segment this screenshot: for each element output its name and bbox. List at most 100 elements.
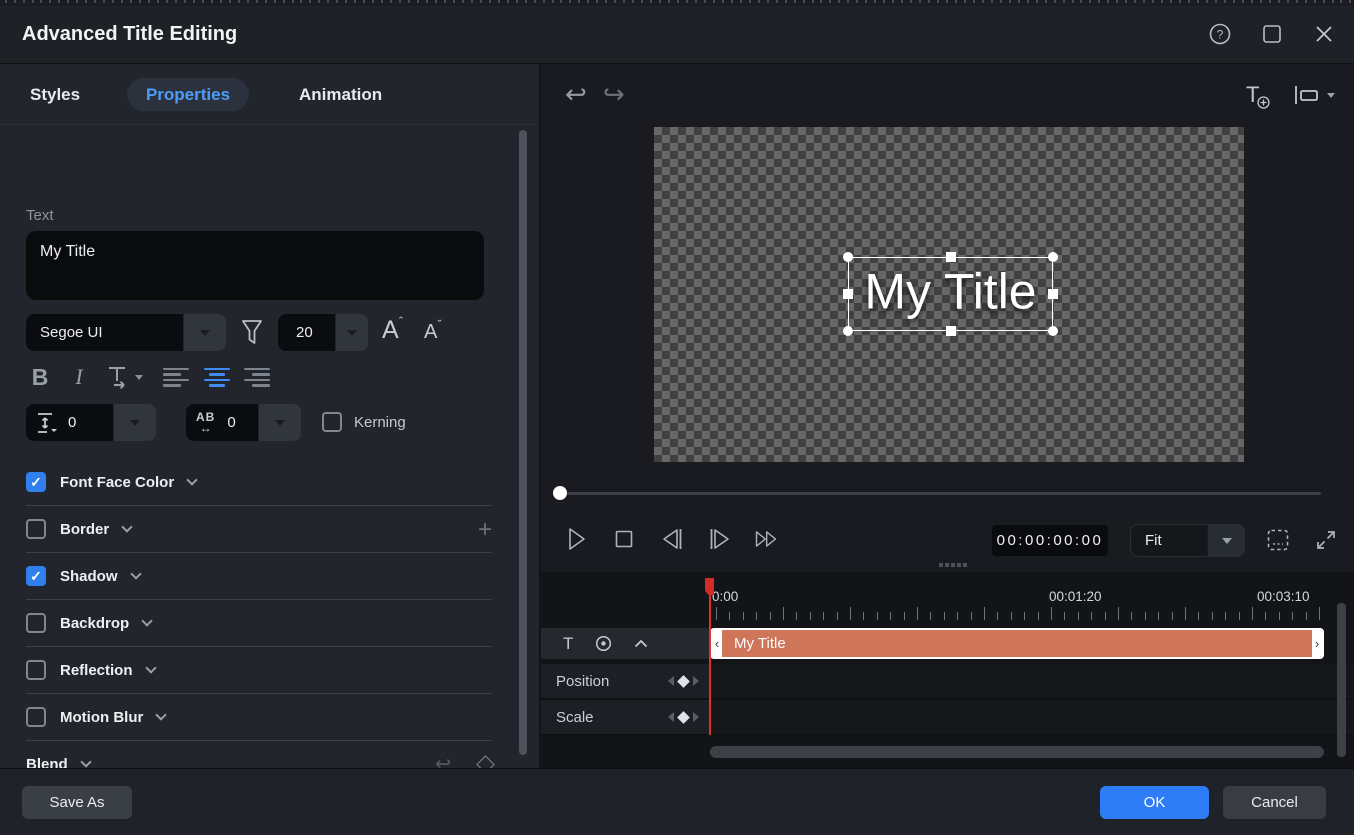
zoom-mode-value[interactable]: Fit	[1130, 524, 1207, 557]
stop-button[interactable]	[609, 524, 639, 554]
font-filter-icon[interactable]	[238, 317, 266, 349]
next-keyframe-icon[interactable]	[693, 676, 699, 686]
resize-handle[interactable]	[843, 326, 853, 336]
seek-playhead-knob[interactable]	[553, 486, 567, 500]
chevron-down-icon[interactable]	[80, 756, 91, 767]
reflection-checkbox[interactable]	[26, 660, 46, 680]
zoom-mode-select[interactable]: Fit	[1130, 524, 1245, 557]
section-shadow: ✓ Shadow	[0, 553, 540, 600]
collapse-chevron-icon[interactable]	[634, 639, 648, 648]
close-icon[interactable]	[1310, 20, 1338, 48]
letter-spacing-value[interactable]: 0	[227, 414, 235, 431]
playhead-line[interactable]	[709, 578, 711, 735]
line-spacing-value[interactable]: 0	[68, 414, 76, 431]
line-spacing-dropdown-button[interactable]	[114, 404, 156, 441]
zoom-mode-dropdown-button[interactable]	[1208, 524, 1245, 557]
line-spacing-select[interactable]: 0	[26, 404, 156, 441]
letter-spacing-select[interactable]: AB↔ 0	[186, 404, 301, 441]
clip-trim-left-handle[interactable]: ‹	[712, 630, 722, 657]
timeline-horizontal-scrollbar[interactable]	[710, 746, 1324, 758]
clip-trim-right-handle[interactable]: ›	[1312, 630, 1322, 657]
maximize-icon[interactable]	[1258, 20, 1286, 48]
chevron-down-icon[interactable]	[187, 474, 198, 485]
timeline-vertical-scrollbar[interactable]	[1337, 603, 1346, 757]
text-transform-button[interactable]	[104, 363, 144, 391]
resize-handle[interactable]	[1048, 252, 1058, 262]
resize-handle[interactable]	[946, 326, 956, 336]
save-as-button[interactable]: Save As	[22, 786, 132, 819]
text-track-icon: T	[563, 634, 573, 654]
chevron-down-icon[interactable]	[142, 615, 153, 626]
chevron-down-icon[interactable]	[130, 568, 141, 579]
shadow-checkbox[interactable]: ✓	[26, 566, 46, 586]
resize-handle[interactable]	[843, 252, 853, 262]
text-boundary-icon[interactable]	[1293, 84, 1335, 106]
undo-icon[interactable]: ↩	[565, 81, 587, 107]
properties-panel: Styles Properties Animation Text My Titl…	[0, 64, 540, 768]
chevron-down-icon[interactable]	[122, 521, 133, 532]
tab-animation[interactable]: Animation	[299, 78, 382, 111]
chevron-down-icon[interactable]	[145, 662, 156, 673]
font-family-dropdown-button[interactable]	[184, 314, 226, 351]
decrease-font-size-icon[interactable]: Aˇ	[424, 321, 442, 344]
font-size-dropdown-button[interactable]	[336, 314, 368, 351]
previous-frame-button[interactable]	[657, 524, 687, 554]
resize-handle[interactable]	[843, 289, 853, 299]
tab-properties[interactable]: Properties	[127, 78, 249, 111]
add-keyframe-icon[interactable]	[677, 711, 690, 724]
font-family-select[interactable]: Segoe UI	[26, 314, 226, 351]
font-face-color-checkbox[interactable]: ✓	[26, 472, 46, 492]
redo-icon[interactable]: ↪	[603, 81, 625, 107]
timeline-ruler[interactable]: 0:00 00:01:20 00:03:10	[710, 578, 1334, 628]
font-family-value[interactable]: Segoe UI	[26, 314, 183, 351]
chevron-down-icon[interactable]	[156, 709, 167, 720]
align-right-button[interactable]	[244, 363, 270, 391]
next-keyframe-icon[interactable]	[693, 712, 699, 722]
timecode-display: 00:00:00:00	[992, 525, 1108, 556]
safe-area-grid-icon[interactable]	[1265, 527, 1291, 553]
resize-handle[interactable]	[1048, 289, 1058, 299]
motion-blur-checkbox[interactable]	[26, 707, 46, 727]
kerning-checkbox[interactable]	[322, 412, 342, 432]
help-icon[interactable]: ?	[1206, 20, 1234, 48]
playhead-marker[interactable]	[705, 578, 714, 595]
add-border-icon[interactable]: +	[478, 516, 492, 544]
seek-bar[interactable]	[567, 492, 1321, 495]
font-size-value[interactable]: 20	[278, 314, 335, 351]
align-left-button[interactable]	[163, 363, 189, 391]
fullscreen-icon[interactable]	[1313, 527, 1339, 553]
previous-keyframe-icon[interactable]	[668, 712, 674, 722]
align-center-button[interactable]	[204, 363, 230, 391]
ruler-ticks	[710, 606, 1334, 622]
backdrop-checkbox[interactable]	[26, 613, 46, 633]
italic-button[interactable]: I	[70, 363, 88, 391]
add-keyframe-icon[interactable]	[677, 675, 690, 688]
preview-title-text[interactable]: My Title	[849, 263, 1052, 321]
font-size-select[interactable]: 20	[278, 314, 368, 351]
resize-handle[interactable]	[946, 252, 956, 262]
visibility-icon[interactable]	[595, 635, 612, 652]
section-font-face-color: ✓ Font Face Color	[0, 459, 540, 506]
letter-spacing-dropdown-button[interactable]	[259, 404, 301, 441]
panel-scrollbar[interactable]	[519, 130, 527, 755]
resize-handle[interactable]	[1048, 326, 1058, 336]
fast-forward-button[interactable]	[753, 524, 783, 554]
cancel-button[interactable]: Cancel	[1223, 786, 1326, 819]
ruler-label: 00:03:10	[1257, 589, 1310, 604]
ok-button[interactable]: OK	[1100, 786, 1209, 819]
increase-font-size-icon[interactable]: Aˆ	[382, 316, 403, 345]
tab-styles[interactable]: Styles	[30, 78, 80, 111]
bold-button[interactable]: B	[29, 363, 51, 391]
title-text-input[interactable]: My Title	[26, 231, 484, 300]
title-selection-box[interactable]: My Title	[848, 257, 1053, 331]
title-clip[interactable]: My Title ‹ ›	[710, 628, 1324, 659]
border-checkbox[interactable]	[26, 519, 46, 539]
previous-keyframe-icon[interactable]	[668, 676, 674, 686]
preview-canvas[interactable]: My Title	[654, 127, 1244, 462]
pane-resize-handle[interactable]	[939, 563, 967, 567]
section-motion-blur: Motion Blur	[0, 694, 540, 741]
next-frame-button[interactable]	[705, 524, 735, 554]
add-text-icon[interactable]: T	[1246, 82, 1259, 108]
play-button[interactable]	[561, 524, 591, 554]
chevron-down-icon	[200, 330, 210, 336]
